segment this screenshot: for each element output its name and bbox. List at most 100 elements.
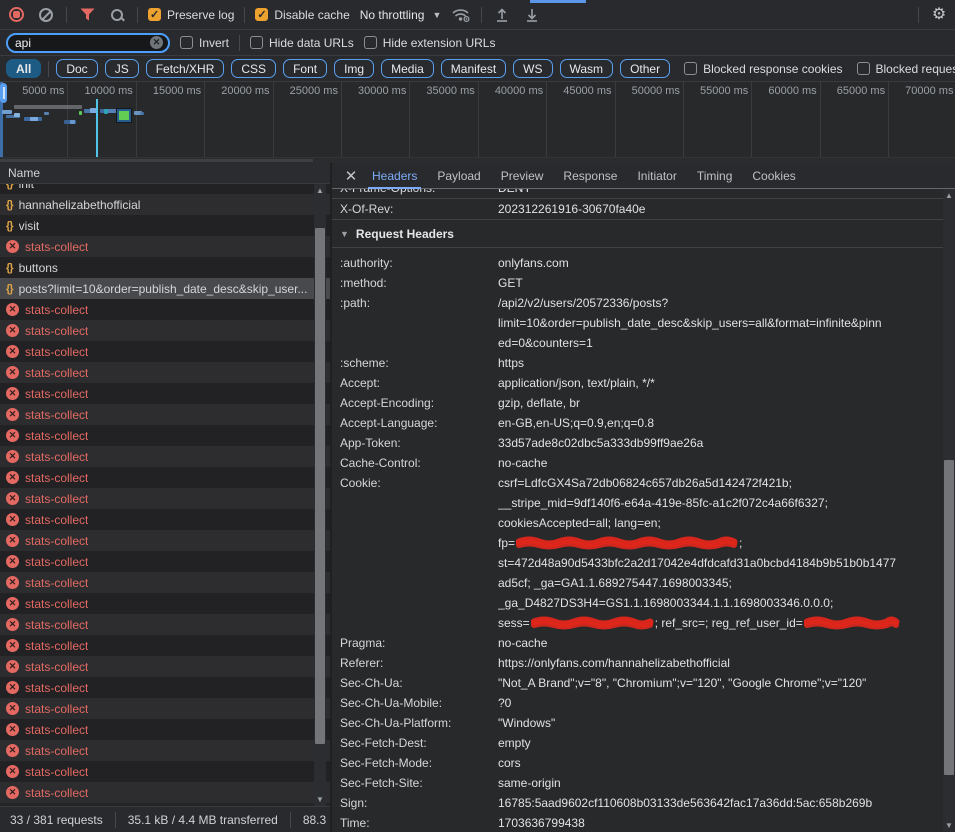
request-row[interactable]: ✕stats-collect	[0, 509, 330, 530]
request-row[interactable]: ✕stats-collect	[0, 320, 330, 341]
throttling-dropdown[interactable]: No throttling ▼	[360, 8, 442, 22]
request-row[interactable]: ✕stats-collect	[0, 530, 330, 551]
details-scrollbar[interactable]: ▲ ▼	[943, 189, 955, 832]
request-row[interactable]: ✕stats-collect	[0, 593, 330, 614]
filter-pill-css[interactable]: CSS	[231, 59, 276, 78]
scroll-up-icon[interactable]: ▲	[314, 184, 326, 197]
request-row[interactable]: {}posts?limit=10&order=publish_date_desc…	[0, 278, 330, 299]
import-har-button[interactable]	[492, 5, 512, 25]
filter-pill-other[interactable]: Other	[620, 59, 670, 78]
request-row[interactable]: ✕stats-collect	[0, 614, 330, 635]
request-row[interactable]: ✕stats-collect	[0, 362, 330, 383]
filter-pill-all[interactable]: All	[6, 59, 41, 78]
requests-scrollbar[interactable]: ▲ ▼	[314, 184, 326, 806]
request-row[interactable]: ✕stats-collect	[0, 425, 330, 446]
request-row[interactable]: ✕stats-collect	[0, 719, 330, 740]
timeline-column: 65000 ms	[821, 82, 889, 157]
request-row[interactable]: ✕stats-collect	[0, 572, 330, 593]
filter-pill-img[interactable]: Img	[334, 59, 374, 78]
disable-cache-label: Disable cache	[274, 8, 349, 22]
request-row[interactable]: ✕stats-collect	[0, 635, 330, 656]
checkbox-icon	[364, 36, 377, 49]
filter-pill-js[interactable]: JS	[105, 59, 139, 78]
request-row[interactable]: {}visit	[0, 215, 330, 236]
request-row[interactable]: ✕stats-collect	[0, 404, 330, 425]
tab-headers[interactable]: Headers	[362, 163, 427, 189]
preserve-log-checkbox[interactable]: Preserve log	[148, 8, 234, 22]
filter-pill-font[interactable]: Font	[283, 59, 327, 78]
request-row[interactable]: ✕stats-collect	[0, 446, 330, 467]
filter-pill-manifest[interactable]: Manifest	[441, 59, 506, 78]
scroll-down-icon[interactable]: ▼	[314, 793, 326, 806]
tab-timing[interactable]: Timing	[687, 163, 743, 189]
tab-preview[interactable]: Preview	[491, 163, 554, 189]
invert-checkbox[interactable]: Invert	[180, 36, 229, 50]
settings-button[interactable]: ⚙	[929, 5, 949, 25]
request-row[interactable]: ✕stats-collect	[0, 299, 330, 320]
request-name: stats-collect	[25, 240, 88, 254]
request-row[interactable]: ✕stats-collect	[0, 656, 330, 677]
error-icon: ✕	[6, 765, 19, 778]
name-column-header[interactable]: Name	[0, 163, 330, 184]
tab-initiator[interactable]: Initiator	[627, 163, 686, 189]
json-icon: {}	[6, 184, 13, 190]
close-icon[interactable]: ✕	[340, 167, 362, 185]
request-row[interactable]: ✕stats-collect	[0, 740, 330, 761]
checkbox-icon	[250, 36, 263, 49]
header-value-text: __stripe_mid=9df140f6-e64a-419e-85fc-a1c…	[498, 493, 828, 513]
filter-pill-media[interactable]: Media	[381, 59, 434, 78]
request-name: stats-collect	[25, 366, 88, 380]
error-icon: ✕	[6, 555, 19, 568]
blocked-requests-checkbox[interactable]: Blocked requests	[857, 62, 955, 76]
network-overview[interactable]: 5000 ms10000 ms15000 ms20000 ms25000 ms3…	[0, 82, 955, 158]
scrollbar-thumb[interactable]	[944, 460, 954, 775]
clear-filter-icon[interactable]: ✕	[150, 36, 163, 49]
filter-input[interactable]: api ✕	[6, 33, 170, 53]
request-name: stats-collect	[25, 765, 88, 779]
request-row[interactable]: ✕ stats-collect	[0, 761, 330, 782]
filter-pill-wasm[interactable]: Wasm	[560, 59, 614, 78]
request-row[interactable]: ✕stats-collect	[0, 677, 330, 698]
request-row[interactable]: ✕stats-collect	[0, 383, 330, 404]
request-row[interactable]: ✕stats-collect	[0, 488, 330, 509]
header-value-line: en-GB,en-US;q=0.9,en;q=0.8	[498, 413, 945, 433]
header-value-line: sess=; ref_src=; reg_ref_user_id=	[498, 613, 945, 633]
scroll-down-icon[interactable]: ▼	[943, 819, 955, 832]
clear-button[interactable]	[36, 5, 56, 25]
tab-cookies[interactable]: Cookies	[742, 163, 805, 189]
request-row[interactable]: {}buttons	[0, 257, 330, 278]
network-conditions-button[interactable]	[451, 5, 471, 25]
blocked-response-cookies-checkbox[interactable]: Blocked response cookies	[684, 62, 842, 76]
request-row[interactable]: ✕stats-collect	[0, 467, 330, 488]
scrollbar-thumb[interactable]	[315, 228, 325, 744]
scroll-up-icon[interactable]: ▲	[943, 189, 955, 202]
request-row[interactable]: ✕stats-collect	[0, 236, 330, 257]
request-row[interactable]: ✕stats-collect	[0, 698, 330, 719]
filter-toggle-button[interactable]	[77, 5, 97, 25]
tab-response[interactable]: Response	[553, 163, 627, 189]
timeline-column: 50000 ms	[616, 82, 684, 157]
request-row[interactable]: ✕stats-collect	[0, 341, 330, 362]
request-row[interactable]: {}init	[0, 184, 330, 194]
header-key: Time:	[340, 813, 498, 832]
error-icon: ✕	[6, 597, 19, 610]
header-row: Sec-Ch-Ua-Platform:"Windows"	[332, 713, 945, 733]
request-row[interactable]: {}hannahelizabethofficial	[0, 194, 330, 215]
record-button[interactable]	[6, 5, 26, 25]
request-row[interactable]: ✕stats-collect	[0, 551, 330, 572]
hide-data-urls-checkbox[interactable]: Hide data URLs	[250, 36, 354, 50]
section-header-request-headers[interactable]: ▼Request Headers	[332, 220, 945, 247]
hide-extension-urls-checkbox[interactable]: Hide extension URLs	[364, 36, 496, 50]
overview-drag-handle[interactable]	[0, 83, 7, 103]
tick-label: 70000 ms	[905, 85, 953, 97]
download-icon	[525, 8, 539, 22]
disable-cache-checkbox[interactable]: Disable cache	[255, 8, 349, 22]
filter-pill-ws[interactable]: WS	[513, 59, 552, 78]
export-har-button[interactable]	[522, 5, 542, 25]
search-button[interactable]	[107, 5, 127, 25]
filter-pill-doc[interactable]: Doc	[56, 59, 97, 78]
header-value: https://onlyfans.com/hannahelizabethoffi…	[498, 653, 945, 673]
tab-payload[interactable]: Payload	[427, 163, 490, 189]
request-row[interactable]: ✕stats-collect	[0, 782, 330, 803]
filter-pill-fetch-xhr[interactable]: Fetch/XHR	[146, 59, 225, 78]
